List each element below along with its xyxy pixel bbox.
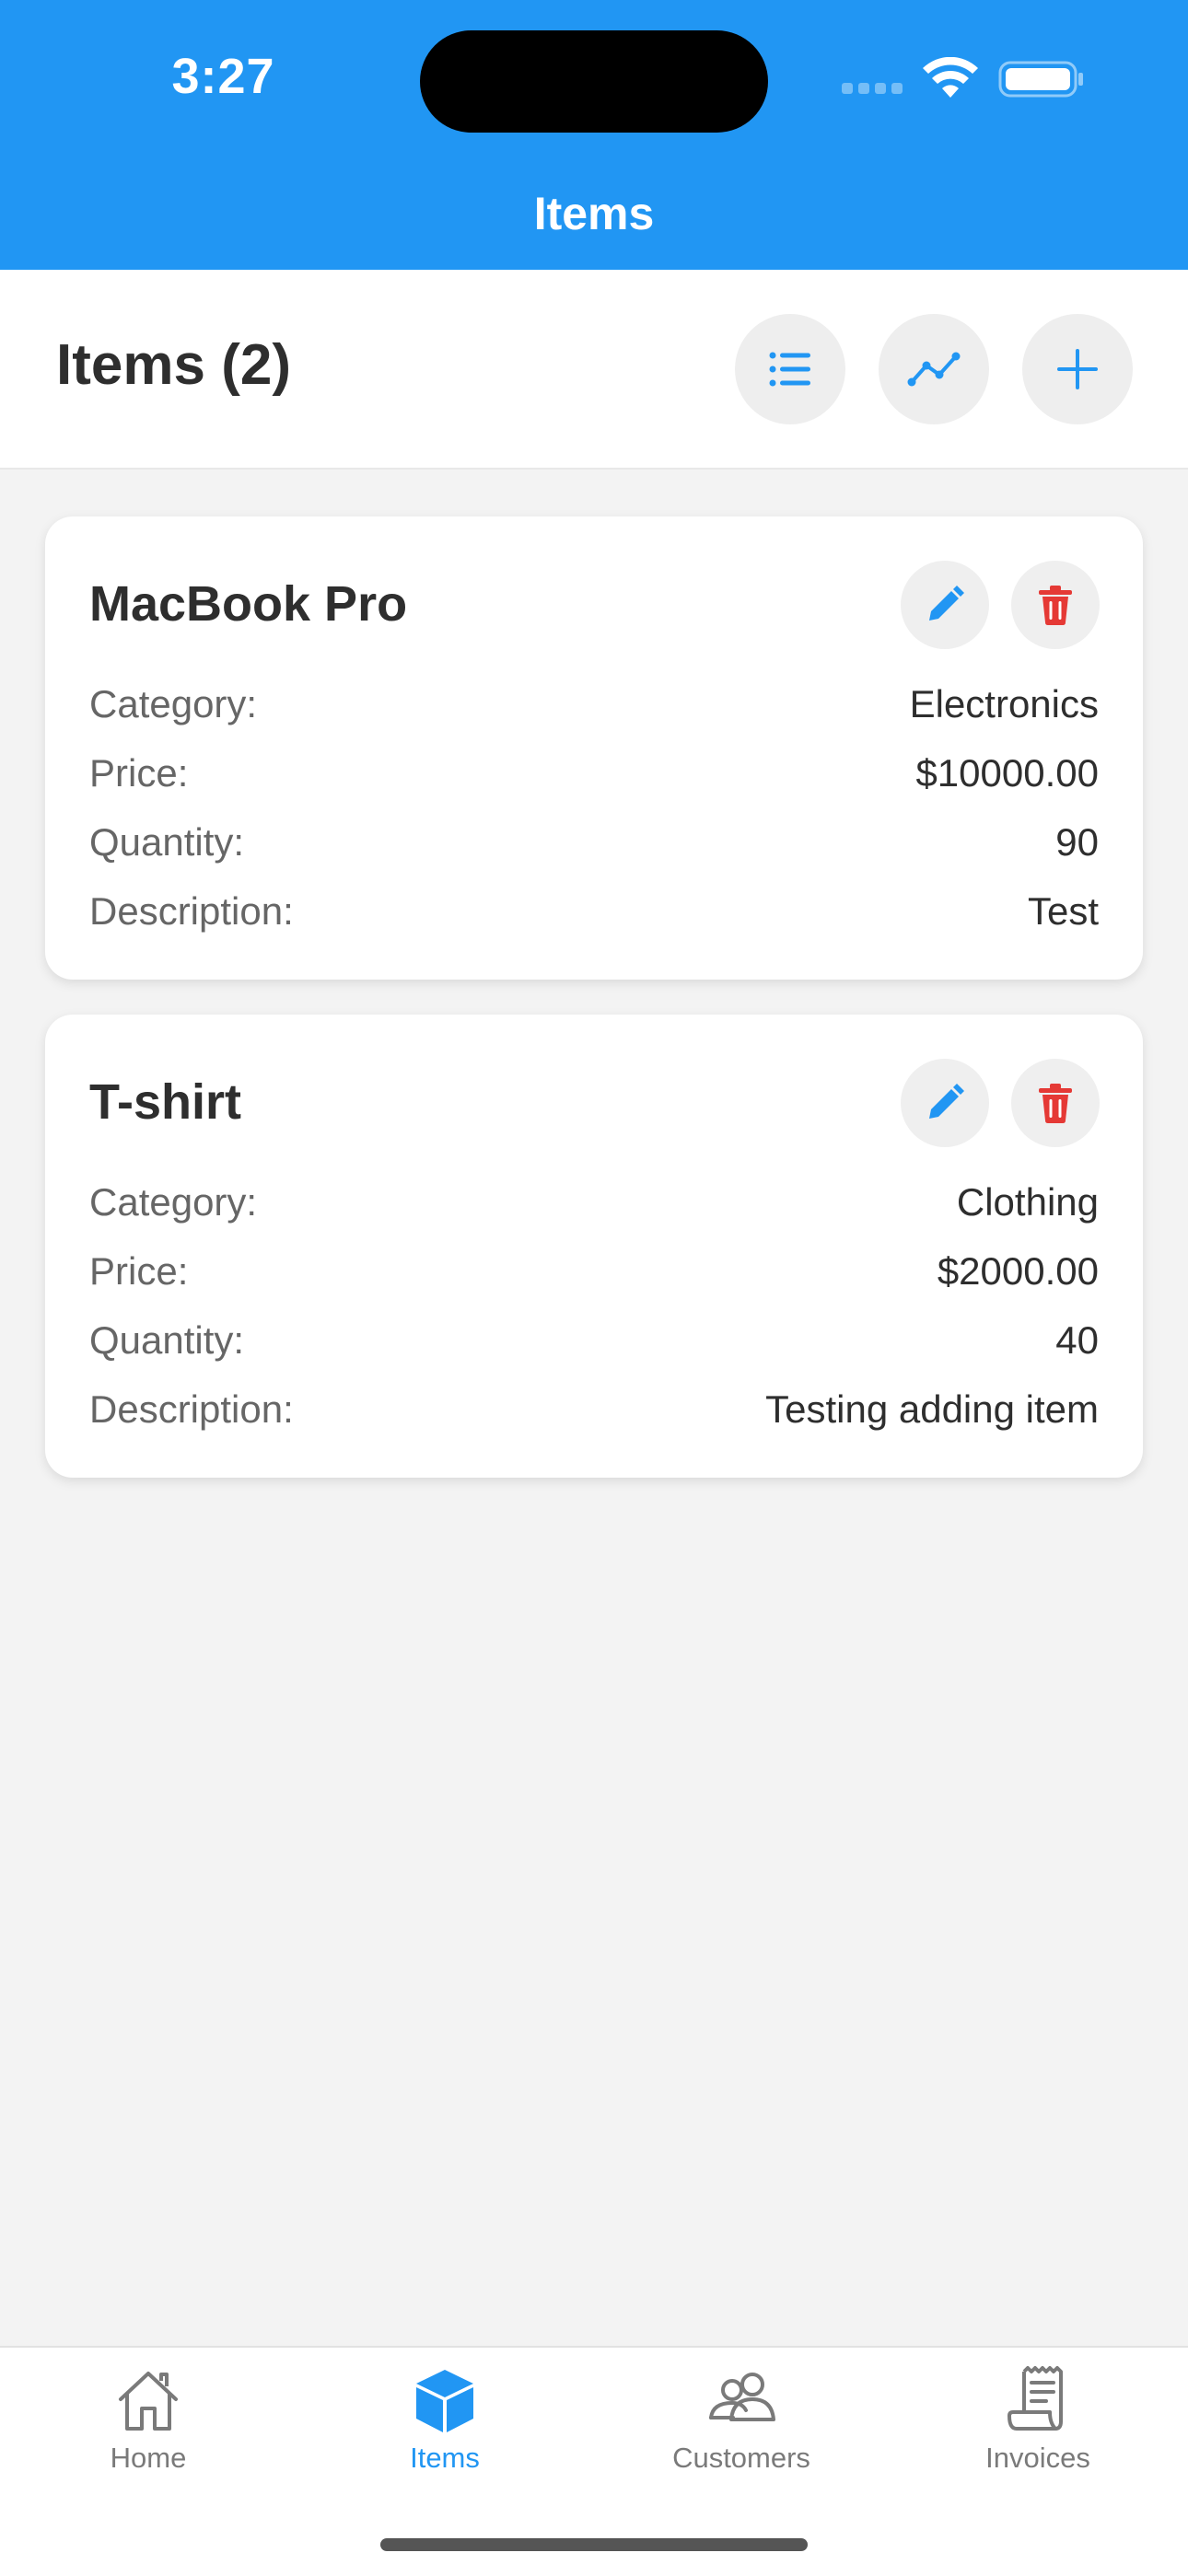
- category-row: Category: Electronics: [89, 677, 1099, 732]
- description-label: Description:: [89, 889, 294, 933]
- item-card: T-shirt Category: Clothing Price: $2000.…: [45, 1015, 1143, 1478]
- category-row: Category: Clothing: [89, 1175, 1099, 1230]
- description-row: Description: Test: [89, 884, 1099, 939]
- price-value: $10000.00: [915, 751, 1099, 795]
- description-value: Testing adding item: [765, 1387, 1099, 1431]
- receipt-icon: [1007, 2366, 1063, 2431]
- category-label: Category:: [89, 1180, 258, 1224]
- dynamic-island: [420, 30, 768, 133]
- pencil-icon: [929, 586, 964, 621]
- cube-icon: [416, 2370, 473, 2432]
- tab-items-label: Items: [410, 2442, 480, 2474]
- wifi-icon: [923, 57, 978, 98]
- battery-icon: [998, 61, 1083, 98]
- quantity-row: Quantity: 90: [89, 815, 1099, 870]
- items-toolbar: Items (2): [0, 270, 1188, 470]
- quantity-value: 40: [1055, 1318, 1099, 1362]
- analytics-button[interactable]: [879, 314, 989, 424]
- home-icon: [119, 2372, 178, 2431]
- list-view-button[interactable]: [735, 314, 845, 424]
- category-value: Clothing: [956, 1180, 1099, 1224]
- price-label: Price:: [89, 1249, 189, 1293]
- add-item-button[interactable]: [1022, 314, 1133, 424]
- item-card: MacBook Pro Category: Electronics Price:…: [45, 516, 1143, 980]
- app-header: 3:27 Items: [0, 0, 1188, 270]
- delete-item-button[interactable]: [1011, 561, 1100, 649]
- nav-title: Items: [533, 188, 655, 239]
- trash-icon: [1039, 1084, 1072, 1123]
- description-row: Description: Testing adding item: [89, 1382, 1099, 1437]
- category-value: Electronics: [909, 682, 1099, 725]
- tab-items[interactable]: Items: [297, 2364, 593, 2484]
- tab-home[interactable]: Home: [0, 2364, 297, 2484]
- trash-icon: [1039, 586, 1072, 625]
- home-indicator[interactable]: [380, 2538, 808, 2551]
- item-name: T-shirt: [89, 1074, 242, 1130]
- plus-icon: [1057, 349, 1098, 389]
- list-icon: [769, 352, 810, 387]
- edit-item-button[interactable]: [901, 561, 989, 649]
- users-icon: [709, 2373, 775, 2421]
- category-label: Category:: [89, 682, 258, 725]
- tab-home-label: Home: [110, 2442, 187, 2474]
- quantity-label: Quantity:: [89, 820, 245, 864]
- edit-item-button[interactable]: [901, 1059, 989, 1147]
- item-name: MacBook Pro: [89, 576, 408, 632]
- price-label: Price:: [89, 751, 189, 795]
- quantity-row: Quantity: 40: [89, 1313, 1099, 1368]
- price-value: $2000.00: [937, 1249, 1099, 1293]
- chart-line-icon: [907, 352, 961, 387]
- tab-customers-label: Customers: [672, 2442, 810, 2474]
- page-title: Items (2): [56, 333, 291, 397]
- tab-invoices[interactable]: Invoices: [890, 2364, 1186, 2484]
- status-time: 3:27: [171, 49, 275, 104]
- pencil-icon: [929, 1084, 964, 1119]
- tab-customers[interactable]: Customers: [593, 2364, 890, 2484]
- quantity-value: 90: [1055, 820, 1099, 864]
- delete-item-button[interactable]: [1011, 1059, 1100, 1147]
- price-row: Price: $2000.00: [89, 1244, 1099, 1299]
- description-value: Test: [1027, 889, 1099, 933]
- quantity-label: Quantity:: [89, 1318, 245, 1362]
- cellular-signal-icon: [842, 83, 906, 96]
- price-row: Price: $10000.00: [89, 746, 1099, 801]
- description-label: Description:: [89, 1387, 294, 1431]
- tab-invoices-label: Invoices: [985, 2442, 1090, 2474]
